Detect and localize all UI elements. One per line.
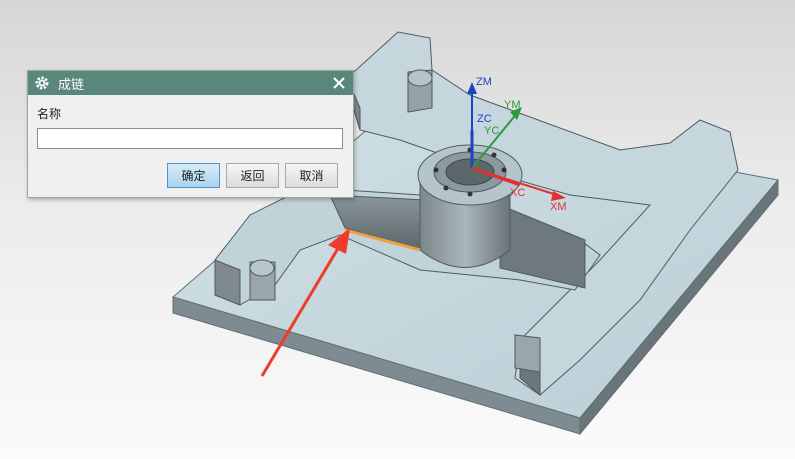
axis-label-ym: YM	[504, 99, 521, 111]
dialog-titlebar[interactable]: 成链	[28, 71, 353, 95]
close-icon[interactable]	[328, 72, 350, 94]
axis-label-yc: YC	[484, 125, 499, 137]
axis-label-zm: ZM	[476, 76, 492, 88]
dialog-title: 成链	[58, 77, 85, 93]
axis-label-xc: XC	[510, 187, 525, 199]
back-button[interactable]: 返回	[226, 163, 279, 188]
name-input[interactable]	[37, 128, 343, 149]
central-boss[interactable]	[417, 144, 523, 268]
chain-dialog[interactable]: 成链 名称 确定 返回 取消	[27, 70, 354, 198]
name-label: 名称	[37, 107, 62, 121]
cancel-button[interactable]: 取消	[285, 163, 338, 188]
axis-label-xm: XM	[550, 201, 567, 213]
ok-button[interactable]: 确定	[167, 163, 220, 188]
gear-icon[interactable]	[34, 75, 50, 91]
axis-label-zc: ZC	[477, 113, 492, 125]
graphics-viewport[interactable]: ZM YM ZC YC XC XM	[0, 0, 795, 459]
